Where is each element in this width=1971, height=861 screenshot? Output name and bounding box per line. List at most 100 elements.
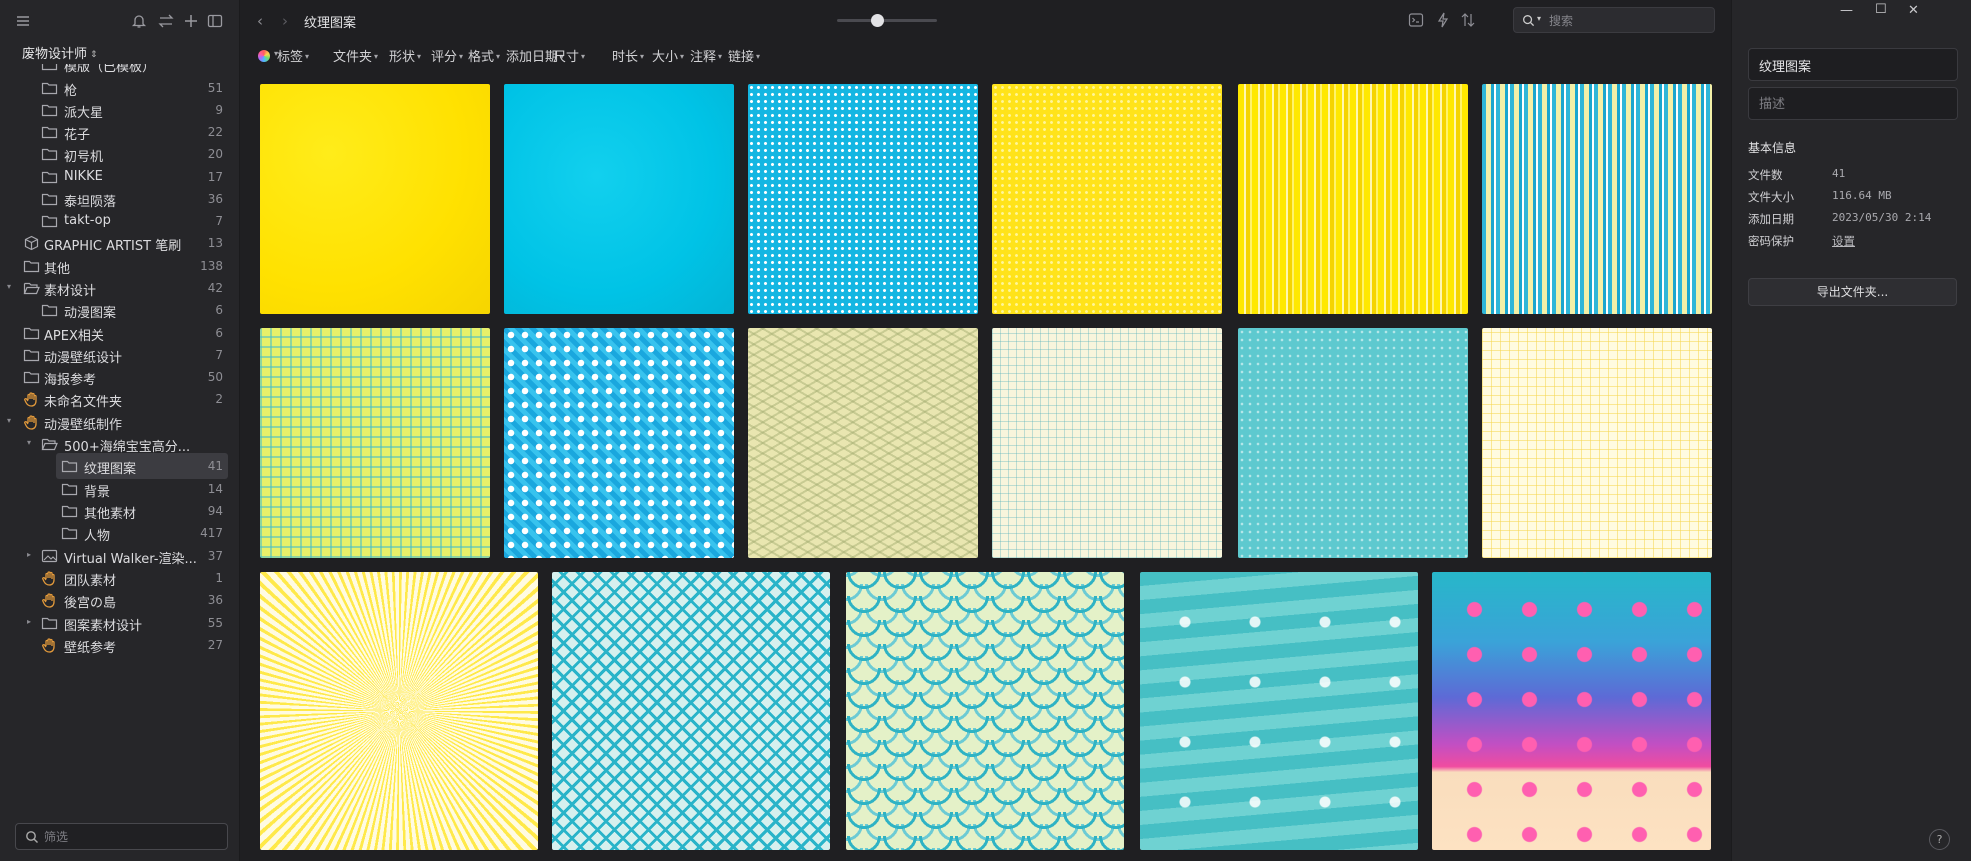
caret-down-icon[interactable]: ▾	[7, 282, 11, 291]
filter-chip[interactable]: 格式 ▾	[468, 46, 500, 65]
tile-teal-dots[interactable]	[1238, 328, 1468, 558]
filter-chip-label: 文件夹	[333, 50, 373, 65]
inspector-panel: — ☐ ✕ 基本信息 文件数 41 文件大小 116.64 MB 添加日期 2023/05…	[1731, 0, 1971, 861]
sidebar-item-count: 1	[215, 571, 223, 585]
folder-name-input[interactable]	[1759, 56, 1949, 74]
close-icon[interactable]: ✕	[1908, 3, 1919, 18]
image-folder-icon	[41, 548, 58, 564]
sidebar-item-count: 94	[207, 504, 223, 518]
chevron-down-icon: ▾	[718, 52, 723, 61]
hand-icon	[41, 570, 58, 586]
password-setup-link[interactable]: 设置	[1832, 233, 1855, 249]
tile-cream-plaid[interactable]	[992, 328, 1222, 558]
minimize-icon[interactable]: —	[1840, 3, 1853, 18]
sidebar: 废物设计师 ⇕ 模版（已模板）枪 51 派大星 9 花子 22 初号机 20 NIKKE 17 泰坦陨…	[0, 0, 240, 861]
filter-chip[interactable]: 时长 ▾	[612, 46, 644, 65]
filter-chip[interactable]: 标签 ▾	[277, 46, 309, 65]
sidebar-item-count: 138	[200, 259, 223, 273]
filter-chip-label: 形状	[389, 50, 416, 65]
filter-chip[interactable]: 形状 ▾	[389, 46, 421, 65]
tile-blue-dots[interactable]	[748, 84, 978, 314]
tile-yellow-dots[interactable]	[992, 84, 1222, 314]
filter-chip[interactable]: 评分 ▾	[431, 46, 463, 65]
tile-beige-wave[interactable]	[748, 328, 978, 558]
search-icon	[25, 830, 39, 844]
tile-cream-yellow-grid[interactable]	[1482, 328, 1712, 558]
library-switcher[interactable]: 废物设计师 ⇕	[22, 43, 98, 62]
caret-down-icon[interactable]: ▾	[7, 416, 11, 425]
search-box[interactable]: ▾	[1513, 7, 1715, 33]
filter-chip-label: 格式	[468, 50, 495, 65]
swap-icon[interactable]	[157, 12, 175, 30]
sidebar-item-label: 动漫图案	[64, 306, 117, 321]
zoom-slider[interactable]	[837, 14, 937, 27]
tile-scales[interactable]	[846, 572, 1124, 850]
export-folder-button[interactable]: 导出文件夹...	[1748, 278, 1957, 306]
tile-blue-diamond[interactable]	[504, 328, 734, 558]
tile-cyan-chevron[interactable]	[552, 572, 830, 850]
bell-icon[interactable]	[130, 12, 148, 30]
folder-open-icon	[41, 436, 58, 452]
filter-chip-label: 链接	[728, 50, 755, 65]
caret-right-icon[interactable]: ▸	[27, 550, 31, 559]
folder-icon	[61, 503, 78, 519]
description-field[interactable]	[1748, 87, 1958, 120]
filter-chip[interactable]: 大小 ▾	[652, 46, 684, 65]
sidebar-item-label: takt-op	[64, 213, 111, 228]
filter-chip[interactable]: 注释 ▾	[690, 46, 722, 65]
caret-right-icon[interactable]: ▸	[27, 617, 31, 626]
filter-chip[interactable]: 文件夹 ▾	[333, 46, 378, 65]
tile-yellow-paper[interactable]	[260, 84, 490, 314]
sidebar-filter[interactable]	[15, 823, 228, 850]
sidebar-item-count: 417	[200, 526, 223, 540]
chevron-down-icon: ▾	[581, 52, 586, 61]
menu-icon[interactable]	[14, 12, 32, 30]
caret-down-icon[interactable]: ▾	[27, 438, 31, 447]
filter-chip-label: 大小	[652, 50, 679, 65]
folder-icon	[41, 191, 58, 207]
tile-ocean-bubbles[interactable]	[1140, 572, 1418, 850]
sidebar-item-label: NIKKE	[64, 169, 103, 184]
lightning-icon[interactable]	[1434, 11, 1452, 29]
description-input[interactable]	[1759, 95, 1949, 113]
maximize-icon[interactable]: ☐	[1875, 2, 1887, 17]
sidebar-filter-input[interactable]	[44, 828, 219, 846]
chevron-down-icon: ▾	[680, 52, 685, 61]
help-button[interactable]: ?	[1929, 829, 1950, 850]
zoom-slider-handle[interactable]	[871, 14, 884, 27]
filter-chip-label: 尺寸	[553, 50, 580, 65]
tile-cyan-yellow-stripes[interactable]	[1482, 84, 1712, 314]
tile-jellyfish-beach[interactable]	[1432, 572, 1711, 850]
sidebar-item-count: 37	[207, 549, 223, 563]
hand-icon	[41, 592, 58, 608]
filter-chip-label: 评分	[431, 50, 458, 65]
filter-chip[interactable]: 尺寸 ▾	[553, 46, 585, 65]
info-value: 2023/05/30 2:14	[1832, 211, 1932, 224]
chevron-down-icon: ▾	[496, 52, 501, 61]
sidebar-item-label: 纹理图案	[84, 462, 137, 477]
folder-name-field[interactable]	[1748, 48, 1958, 81]
sidebar-item-count: 7	[215, 348, 223, 362]
sidebar-item-count: 6	[215, 303, 223, 317]
back-icon[interactable]: ‹	[257, 12, 263, 30]
search-input[interactable]	[1549, 12, 1709, 29]
info-key: 添加日期	[1748, 212, 1794, 226]
tile-yellow-stripes[interactable]	[1238, 84, 1468, 314]
tile-cyan-paper[interactable]	[504, 84, 734, 314]
filter-chip[interactable]: 链接 ▾	[728, 46, 760, 65]
forward-icon[interactable]: ›	[282, 12, 288, 30]
folder-icon	[23, 325, 40, 341]
chevron-down-icon: ▾	[417, 52, 422, 61]
terminal-icon[interactable]	[1407, 11, 1425, 29]
sidebar-item-count: 20	[207, 147, 223, 161]
tile-yellow-rays[interactable]	[260, 572, 538, 850]
sort-icon[interactable]	[1459, 11, 1477, 29]
add-icon[interactable]	[182, 12, 200, 30]
sidebar-toggle-icon[interactable]	[206, 12, 224, 30]
chevron-down-icon[interactable]: ▾	[1537, 14, 1541, 23]
color-filter-icon[interactable]	[258, 50, 270, 62]
main-area: ‹ › 纹理图案 ▾ ▾ 标签▾文件夹▾形状▾评分▾格式▾添加日期▾尺寸▾时长▾…	[241, 0, 1731, 861]
sidebar-item[interactable]: 壁纸参考 27	[0, 632, 240, 658]
sidebar-item-count: 6	[215, 326, 223, 340]
tile-lime-grid[interactable]	[260, 328, 490, 558]
